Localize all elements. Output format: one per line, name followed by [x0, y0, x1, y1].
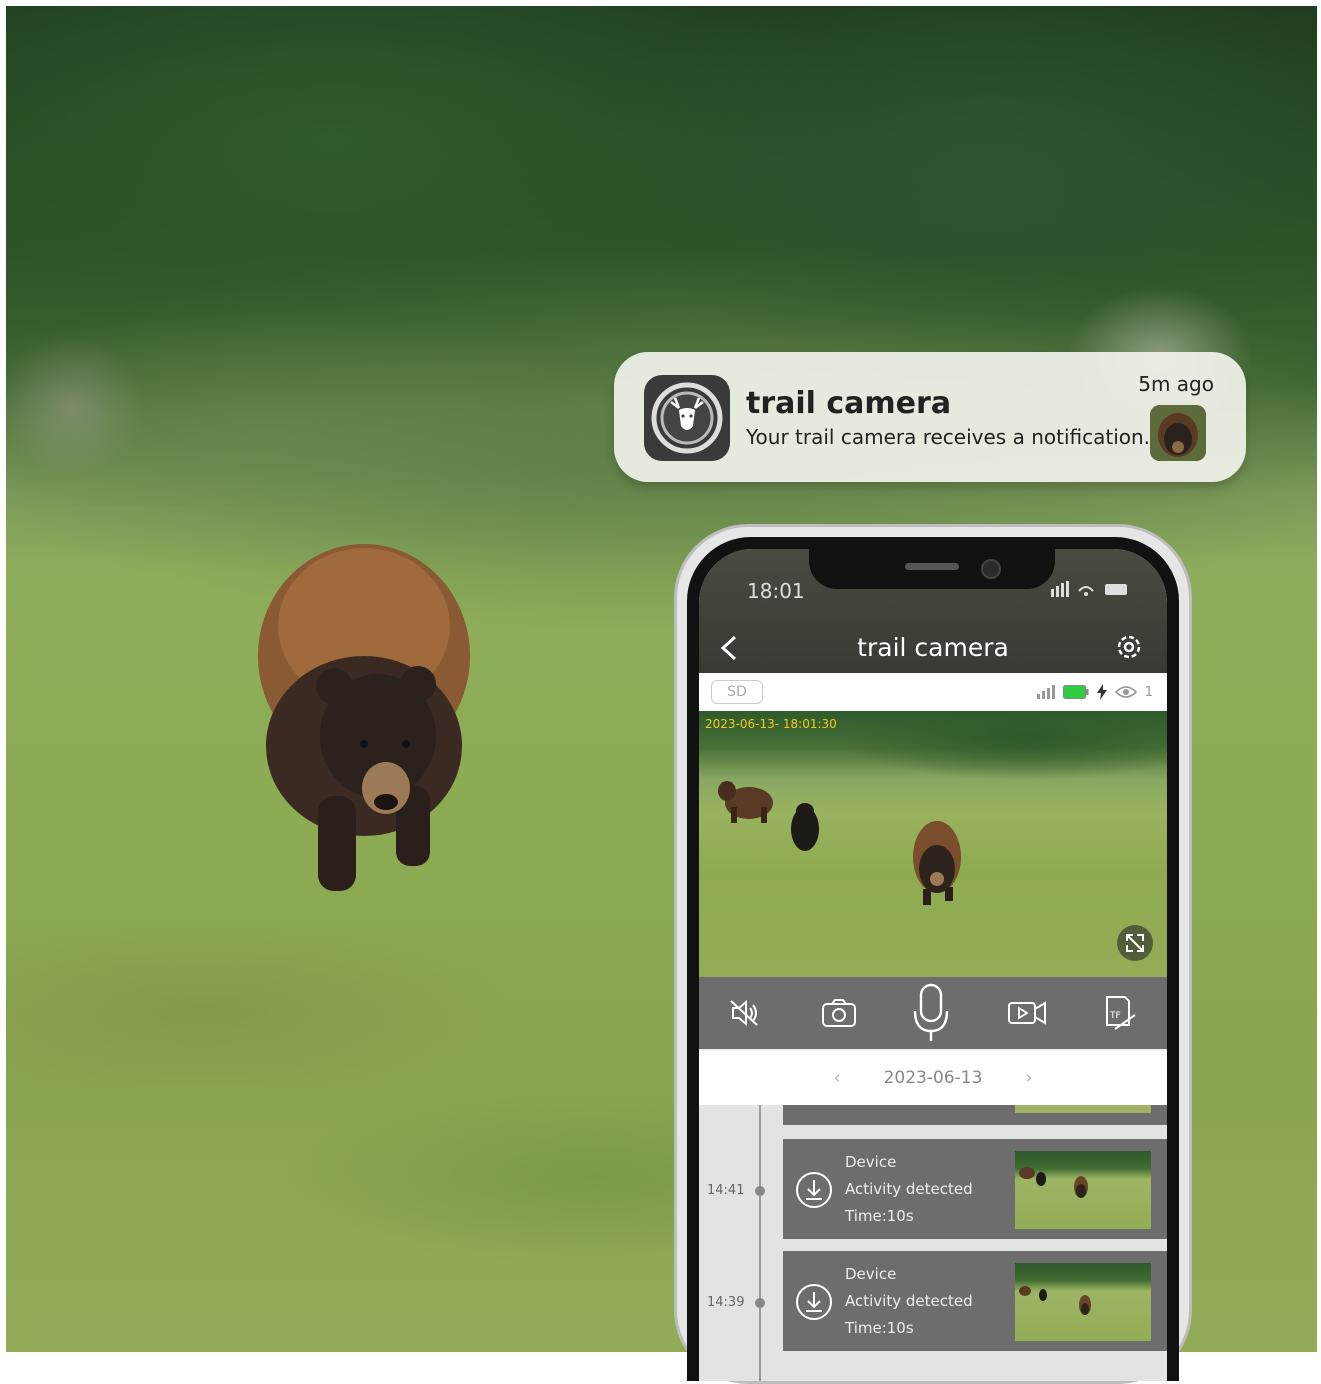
event-timeline: 14:41 Device Activity detected Time:10s [699, 1105, 1167, 1381]
phone-notch [809, 549, 1055, 589]
event-activity: Activity detected [845, 1292, 973, 1310]
event-thumbnail[interactable] [1015, 1263, 1151, 1341]
signal-icon [1036, 685, 1055, 699]
charging-icon [1096, 684, 1107, 700]
viewer-count: 1 [1144, 684, 1153, 700]
event-dot [755, 1186, 765, 1196]
deer-app-icon [644, 375, 730, 461]
timeline-axis [759, 1105, 761, 1381]
eye-icon [1114, 686, 1137, 698]
battery-icon [1062, 685, 1089, 699]
snapshot-icon[interactable] [817, 991, 861, 1035]
next-date-icon[interactable]: › [1019, 1051, 1039, 1105]
status-icons [1051, 581, 1131, 597]
front-camera [981, 559, 1001, 579]
mute-icon[interactable] [723, 991, 767, 1035]
event-duration: Time:10s [845, 1207, 914, 1225]
status-clock: 18:01 [747, 579, 805, 603]
event-time: 14:41 [707, 1183, 745, 1198]
event-source: Device [845, 1265, 897, 1283]
event-source: Device [845, 1153, 897, 1171]
download-icon[interactable] [795, 1283, 833, 1321]
record-video-icon[interactable] [1005, 991, 1049, 1035]
date-selector: ‹ 2023-06-13 › [699, 1051, 1167, 1105]
device-info-bar: SD 1 [699, 673, 1167, 711]
push-notification[interactable]: trail camera Your trail camera receives … [614, 352, 1246, 482]
microphone-icon[interactable] [909, 983, 953, 1043]
gear-icon[interactable] [1113, 631, 1145, 663]
event-dot [755, 1298, 765, 1308]
event-duration: Time:10s [845, 1319, 914, 1337]
app-header: 18:01 trail camera [699, 549, 1167, 673]
notification-title: trail camera [746, 386, 952, 421]
notification-thumbnail [1150, 405, 1206, 461]
storage-badge: SD [711, 680, 763, 704]
live-video-feed[interactable]: 2023-06-13- 18:01:30 [699, 711, 1167, 977]
previous-date-icon[interactable]: ‹ [827, 1051, 847, 1105]
fullscreen-icon[interactable] [1117, 925, 1153, 961]
notification-message: Your trail camera receives a notificatio… [746, 425, 1151, 449]
camera-toolbar: TF [699, 977, 1167, 1049]
tf-card-icon[interactable]: TF [1097, 991, 1141, 1035]
bears-in-feed [718, 781, 961, 905]
svg-text:TF: TF [1109, 1011, 1121, 1021]
notification-time: 5m ago [1138, 372, 1214, 396]
app-screen: 18:01 trail camera SD 1 2023-06-13- 18:0… [699, 549, 1167, 1381]
event-card[interactable]: Device Activity detected Time:10s [783, 1251, 1167, 1351]
selected-date: 2023-06-13 [883, 1068, 983, 1088]
event-thumbnail[interactable] [1015, 1151, 1151, 1229]
event-time: 14:39 [707, 1295, 745, 1310]
smartphone: 18:01 trail camera SD 1 2023-06-13- 18:0… [674, 524, 1192, 1384]
event-activity: Activity detected [845, 1180, 973, 1198]
event-card[interactable]: Device Activity detected Time:10s [783, 1139, 1167, 1239]
event-card-partial[interactable] [783, 1105, 1167, 1125]
app-title: trail camera [857, 633, 1009, 662]
download-icon[interactable] [795, 1171, 833, 1209]
black-bear-illustration [258, 544, 470, 891]
